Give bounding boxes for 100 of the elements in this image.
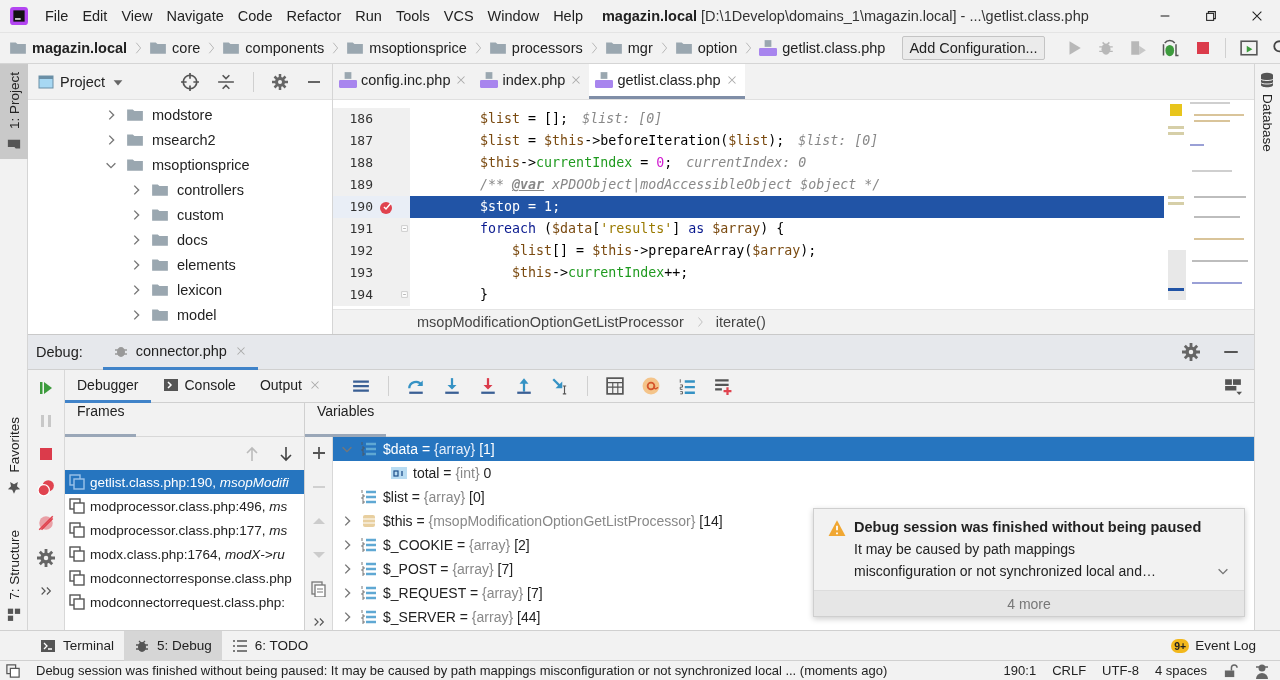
add-watch-icon[interactable] (713, 377, 732, 395)
status-icon[interactable] (6, 663, 20, 678)
calculator-icon[interactable] (605, 377, 624, 395)
tree-item[interactable]: docs (177, 231, 208, 248)
file-encoding[interactable]: UTF-8 (1102, 663, 1139, 678)
code-line: $list[] = $this->prepareArray($array); (511, 242, 818, 261)
tree-item[interactable]: modstore (152, 106, 213, 123)
breadcrumb-item[interactable]: core (146, 39, 204, 57)
editor-tab[interactable]: index.php (474, 64, 590, 99)
project-window-icon (38, 73, 54, 90)
breadcrumb-item[interactable]: mgr (601, 39, 656, 57)
debugger-tab[interactable]: Output (247, 369, 334, 403)
add-configuration-button[interactable]: Add Configuration... (902, 36, 1045, 60)
variable-row[interactable]: $data = {array} [1] (333, 437, 1254, 461)
settings-icon[interactable] (37, 549, 55, 567)
settings-icon[interactable] (1182, 343, 1200, 361)
variable-row[interactable]: total = {int} 0 (333, 461, 1254, 485)
tool-window-button[interactable]: 7: Structure (0, 522, 28, 630)
force-step-into-icon[interactable] (478, 377, 497, 395)
run-to-cursor-icon[interactable] (550, 377, 569, 395)
event-log-button[interactable]: 9+ Event Log (1171, 638, 1256, 653)
more-icon[interactable] (39, 584, 53, 598)
array-icon (361, 585, 377, 601)
tool-window-button[interactable]: 6: TODO (221, 630, 319, 661)
editor-tab[interactable]: config.inc.php (333, 64, 475, 99)
folder-icon (674, 39, 693, 57)
menu-item[interactable]: Window (480, 0, 547, 32)
fold-marker-icon[interactable] (399, 289, 410, 301)
breadcrumb-item[interactable]: magazin.local (6, 39, 131, 57)
menu-item[interactable]: View (114, 0, 160, 32)
stop-icon[interactable] (1194, 40, 1211, 56)
breadcrumb-item[interactable]: iterate() (715, 314, 766, 331)
fold-marker-icon[interactable] (399, 223, 410, 235)
editor-tab[interactable]: getlist.class.php (589, 64, 745, 99)
more-notifications-button[interactable]: 4 more (814, 590, 1244, 616)
execution-point-icon[interactable] (351, 377, 370, 395)
notification-badge: 9+ (1171, 638, 1190, 653)
breadcrumb-item[interactable]: components (219, 39, 328, 57)
code-line: $list = $this->beforeIteration($list); $list: [0] (479, 132, 880, 151)
menu-item[interactable]: Navigate (159, 0, 231, 32)
project-view-dropdown[interactable]: Project (38, 73, 126, 90)
collapse-all-icon[interactable] (217, 72, 235, 91)
tool-window-button[interactable]: Favorites (0, 408, 28, 503)
menu-item[interactable]: Code (230, 0, 280, 32)
tool-window-button[interactable]: 1: Project (0, 64, 28, 160)
breadcrumb-item[interactable]: processors (485, 39, 586, 57)
variable-text: $this = {msopModificationOptionGetListProcessor} [14] (383, 513, 723, 529)
add-icon[interactable] (310, 445, 327, 461)
tool-window-button[interactable]: Terminal (30, 630, 124, 661)
inspector-icon[interactable] (1254, 662, 1270, 679)
variable-row[interactable]: $list = {array} [0] (333, 485, 1254, 509)
debugger-tab[interactable]: Console (150, 369, 248, 403)
tree-item[interactable]: custom (177, 206, 224, 223)
database-tool-button[interactable]: Database (1255, 64, 1279, 160)
step-out-icon[interactable] (514, 377, 533, 395)
step-into-icon[interactable] (442, 377, 461, 395)
close-icon (1250, 9, 1264, 23)
menu-item[interactable]: File (38, 0, 76, 32)
session-tab[interactable]: connector.php (102, 334, 258, 370)
breadcrumb-item[interactable]: msopModificationOptionGetListProcessor (417, 314, 684, 331)
menu-item[interactable]: Refactor (279, 0, 349, 32)
debugger-tab[interactable]: Debugger (65, 369, 151, 403)
tree-item[interactable]: msearch2 (152, 131, 216, 148)
numbered-list-icon[interactable] (677, 377, 696, 395)
breadcrumb-item[interactable]: option (671, 39, 741, 57)
tree-item[interactable]: model (177, 306, 217, 323)
menu-item[interactable]: Help (546, 0, 590, 32)
breadcrumb-item[interactable]: getlist.class.php (756, 39, 889, 57)
breadcrumb-item[interactable]: msoptionsprice (343, 39, 470, 57)
copy-icon[interactable] (310, 581, 327, 597)
mute-breakpoints-icon[interactable] (37, 514, 55, 532)
caret-position[interactable]: 190:1 (1003, 663, 1037, 678)
tree-item[interactable]: msoptionsprice (152, 156, 250, 173)
at-icon[interactable] (641, 377, 660, 395)
lock-icon[interactable] (1223, 663, 1238, 678)
terminal-window-icon[interactable] (1239, 39, 1258, 57)
stop-icon[interactable] (38, 446, 54, 462)
frame-row[interactable]: getlist.class.php:190, msopModifi (65, 470, 304, 494)
tree-item[interactable]: controllers (177, 181, 244, 198)
menu-item[interactable]: VCS (436, 0, 481, 32)
locate-icon[interactable] (181, 72, 199, 91)
list-icon (231, 637, 248, 654)
tool-window-button[interactable]: 5: Debug (124, 630, 222, 661)
arrow-down-icon[interactable] (278, 445, 294, 462)
menu-item[interactable]: Edit (75, 0, 115, 32)
app-logo-icon (10, 7, 28, 25)
tree-item[interactable]: lexicon (177, 281, 223, 298)
listen-debug-icon[interactable] (1160, 38, 1181, 58)
resume-icon[interactable] (38, 380, 54, 396)
settings-icon[interactable] (272, 73, 288, 90)
indent-setting[interactable]: 4 spaces (1154, 663, 1207, 678)
layout-icon[interactable] (1224, 377, 1242, 395)
menu-item[interactable]: Run (348, 0, 389, 32)
folder-icon (9, 39, 27, 57)
breakpoints-icon[interactable] (37, 479, 55, 497)
menu-item[interactable]: Tools (388, 0, 437, 32)
array-icon (361, 561, 377, 577)
line-separator[interactable]: CRLF (1052, 663, 1087, 678)
structure-icon (7, 608, 21, 622)
tree-item[interactable]: elements (177, 256, 236, 273)
